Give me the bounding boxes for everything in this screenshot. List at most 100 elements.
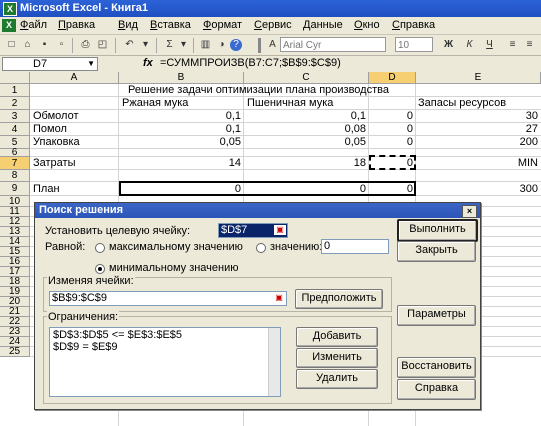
collapse-dialog-icon[interactable]: ▣ — [273, 293, 285, 303]
help-icon[interactable]: ? — [230, 39, 242, 51]
row-header-1[interactable]: 1 — [0, 84, 30, 97]
column-header-b[interactable]: B — [119, 72, 244, 84]
target-cell-input[interactable]: $D$7 ▣ — [218, 223, 288, 238]
list-item[interactable]: $D$3:$D$5 <= $E$3:$E$5 — [53, 329, 182, 341]
row-header-25[interactable]: 25 — [0, 347, 30, 357]
cell-b9[interactable]: 0 — [119, 183, 241, 195]
cell-b3[interactable]: 0,1 — [119, 110, 241, 122]
header-resources[interactable]: Запасы ресурсов — [418, 97, 506, 109]
close-icon[interactable]: × — [462, 205, 477, 218]
print-preview-icon[interactable]: ◰ — [95, 38, 110, 52]
cell-e7[interactable]: MIN — [416, 157, 538, 169]
select-all-corner[interactable] — [0, 72, 30, 84]
constraints-scrollbar[interactable] — [268, 328, 280, 396]
row-header-4[interactable]: 4 — [0, 123, 30, 136]
undo-icon[interactable]: ↶ — [122, 38, 137, 52]
cell-c3[interactable]: 0,1 — [244, 110, 366, 122]
font-size-select[interactable]: 10 — [395, 37, 433, 52]
cell-c7[interactable]: 18 — [244, 157, 366, 169]
menu-insert[interactable]: Вставка — [150, 19, 191, 31]
cell-e4[interactable]: 27 — [416, 123, 538, 135]
column-header-a[interactable]: A — [30, 72, 119, 84]
cell-d3[interactable]: 0 — [369, 110, 413, 122]
cell-a3[interactable]: Обмолот — [33, 110, 79, 122]
reset-button[interactable]: Восстановить — [397, 357, 476, 378]
cell-b5[interactable]: 0,05 — [119, 136, 241, 148]
column-header-d[interactable]: D — [369, 72, 416, 84]
menu-edit[interactable]: Правка — [58, 19, 95, 31]
help-button[interactable]: Справка — [397, 379, 476, 400]
chart-wizard-icon[interactable]: ▥ — [198, 38, 213, 52]
font-style-icon[interactable]: A — [265, 38, 280, 52]
font-name-select[interactable]: Arial Cyr — [280, 37, 386, 52]
save-icon[interactable]: ▪ — [37, 38, 52, 52]
cell-e3[interactable]: 30 — [416, 110, 538, 122]
cell-a4[interactable]: Помол — [33, 123, 67, 135]
chevron-down-icon[interactable]: ▼ — [87, 58, 95, 70]
cell-b4[interactable]: 0,1 — [119, 123, 241, 135]
menu-tools[interactable]: Сервис — [254, 19, 292, 31]
undo-dropdown-icon[interactable]: ▾ — [138, 38, 153, 52]
column-header-c[interactable]: C — [244, 72, 369, 84]
menu-file[interactable]: Файл — [20, 19, 47, 31]
column-header-e[interactable]: E — [416, 72, 541, 84]
value-input[interactable]: 0 — [321, 239, 389, 254]
collapse-dialog-icon[interactable]: ▣ — [274, 225, 286, 235]
header-rye-flour[interactable]: Ржаная мука — [122, 97, 188, 109]
sheet-title[interactable]: Решение задачи оптимизации плана произво… — [128, 84, 389, 96]
list-item[interactable]: $D$9 = $E$9 — [53, 341, 118, 353]
max-radio-label[interactable]: максимальному значению — [109, 241, 243, 253]
cell-c4[interactable]: 0,08 — [244, 123, 366, 135]
italic-button[interactable]: К — [462, 38, 477, 52]
cell-e9[interactable]: 300 — [416, 183, 538, 195]
cell-c5[interactable]: 0,05 — [244, 136, 366, 148]
constraints-list[interactable]: $D$3:$D$5 <= $E$3:$E$5 $D$9 = $E$9 — [49, 327, 281, 397]
row-header-8[interactable]: 8 — [0, 170, 30, 182]
min-radio[interactable] — [95, 264, 105, 274]
solve-button[interactable]: Выполнить — [397, 219, 478, 242]
changing-cells-input[interactable]: $B$9:$C$9 ▣ — [49, 291, 287, 306]
autosum-icon[interactable]: Σ — [162, 38, 177, 52]
align-center-icon[interactable]: ≡ — [522, 38, 537, 52]
formula-input[interactable]: =СУММПРОИЗВ(B7:C7;$B$9:$C$9) — [160, 57, 341, 69]
max-radio[interactable] — [95, 243, 105, 253]
menu-view[interactable]: Вид — [118, 19, 138, 31]
row-header-3[interactable]: 3 — [0, 110, 30, 123]
delete-button[interactable]: Удалить — [296, 369, 378, 389]
open-icon[interactable]: ⌂ — [20, 38, 35, 52]
menu-help[interactable]: Справка — [392, 19, 435, 31]
align-left-icon[interactable]: ≡ — [505, 38, 520, 52]
document-icon[interactable]: X — [2, 19, 16, 32]
row-header-2[interactable]: 2 — [0, 97, 30, 110]
underline-button[interactable]: Ч — [482, 38, 497, 52]
autosum-dropdown-icon[interactable]: ▾ — [176, 38, 191, 52]
value-radio[interactable] — [256, 243, 266, 253]
min-radio-label[interactable]: минимальному значению — [109, 262, 239, 274]
cell-e5[interactable]: 200 — [416, 136, 538, 148]
cell-b7[interactable]: 14 — [119, 157, 241, 169]
cell-c9[interactable]: 0 — [244, 183, 366, 195]
value-radio-label[interactable]: значению: — [270, 241, 322, 253]
new-document-icon[interactable]: □ — [4, 38, 19, 52]
name-box[interactable]: D7 ▼ — [2, 57, 98, 71]
menu-format[interactable]: Формат — [203, 19, 242, 31]
insert-function-icon[interactable]: fx — [143, 57, 153, 69]
drawing-icon[interactable]: ◑ — [214, 38, 229, 52]
cell-a7[interactable]: Затраты — [33, 157, 76, 169]
change-button[interactable]: Изменить — [296, 348, 378, 368]
row-header-9[interactable]: 9 — [0, 182, 30, 196]
cell-a5[interactable]: Упаковка — [33, 136, 80, 148]
options-button[interactable]: Параметры — [397, 305, 476, 326]
cell-a9[interactable]: План — [33, 183, 60, 195]
row-header-7[interactable]: 7 — [0, 157, 30, 170]
menu-window[interactable]: Окно — [354, 19, 380, 31]
menu-data[interactable]: Данные — [303, 19, 343, 31]
permission-icon[interactable]: ▫ — [54, 38, 69, 52]
cell-d5[interactable]: 0 — [369, 136, 413, 148]
guess-button[interactable]: Предположить — [295, 289, 383, 309]
cell-d9[interactable]: 0 — [369, 183, 413, 195]
add-button[interactable]: Добавить — [296, 327, 378, 347]
row-header-6[interactable]: 6 — [0, 148, 30, 158]
close-button[interactable]: Закрыть — [397, 241, 476, 262]
header-wheat-flour[interactable]: Пшеничная мука — [247, 97, 333, 109]
